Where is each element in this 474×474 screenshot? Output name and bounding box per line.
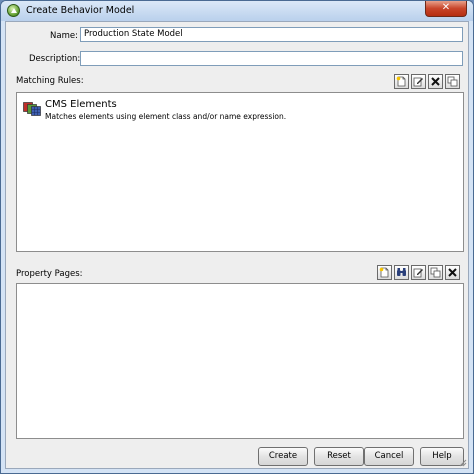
- resize-grip-icon[interactable]: [457, 457, 467, 467]
- property-pages-toolbar: [377, 265, 460, 280]
- name-input[interactable]: Production State Model: [80, 27, 463, 42]
- copy-icon: [447, 76, 458, 87]
- copy-icon: [430, 267, 441, 278]
- binoculars-icon: [397, 268, 406, 276]
- cancel-button[interactable]: Cancel: [364, 447, 414, 466]
- matching-rules-label: Matching Rules:: [16, 76, 84, 86]
- create-button[interactable]: Create: [258, 447, 308, 466]
- matching-rules-toolbar: [394, 74, 460, 89]
- copy-rule-button[interactable]: [445, 74, 460, 89]
- property-pages-list[interactable]: [16, 283, 464, 439]
- rule-description: Matches elements using element class and…: [45, 112, 287, 121]
- property-pages-label: Property Pages:: [16, 269, 83, 279]
- window-title: Create Behavior Model: [26, 5, 135, 16]
- delete-icon: [448, 268, 457, 277]
- close-icon: ✕: [441, 2, 451, 13]
- name-label: Name:: [50, 31, 78, 41]
- edit-icon: [413, 77, 423, 87]
- app-icon: [7, 4, 20, 17]
- description-input[interactable]: [80, 51, 463, 66]
- rule-title: CMS Elements: [45, 99, 117, 110]
- new-page-button[interactable]: [377, 265, 392, 280]
- edit-icon: [413, 268, 423, 278]
- dialog-window: Create Behavior Model ✕ Name: Production…: [0, 0, 474, 474]
- copy-page-button[interactable]: [428, 265, 443, 280]
- new-rule-button[interactable]: [394, 74, 409, 89]
- find-page-button[interactable]: [394, 265, 409, 280]
- cms-elements-icon: [23, 102, 41, 116]
- close-button[interactable]: ✕: [425, 1, 467, 17]
- title-bar[interactable]: Create Behavior Model ✕: [1, 1, 473, 21]
- new-icon: [379, 267, 389, 278]
- delete-page-button[interactable]: [445, 265, 460, 280]
- edit-page-button[interactable]: [411, 265, 426, 280]
- new-icon: [396, 76, 406, 87]
- edit-rule-button[interactable]: [411, 74, 426, 89]
- matching-rules-list[interactable]: CMS Elements Matches elements using elem…: [16, 92, 464, 252]
- dialog-body: Name: Production State Model Description…: [5, 21, 469, 469]
- description-label: Description:: [29, 54, 81, 64]
- delete-icon: [431, 77, 440, 86]
- reset-button[interactable]: Reset: [314, 447, 364, 466]
- delete-rule-button[interactable]: [428, 74, 443, 89]
